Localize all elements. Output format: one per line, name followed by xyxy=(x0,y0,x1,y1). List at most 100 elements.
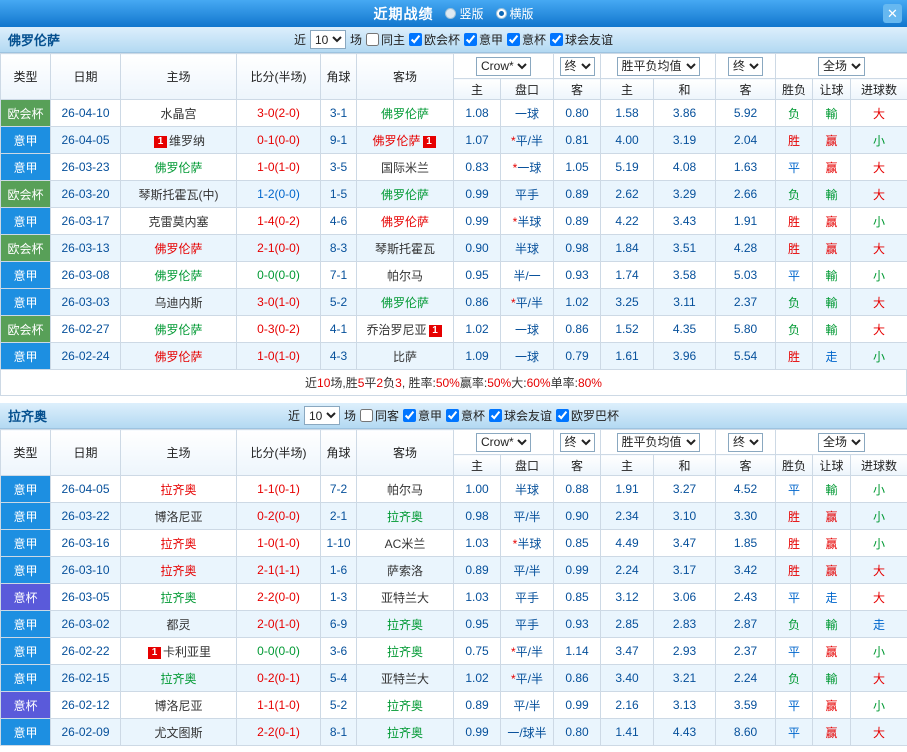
filter-option[interactable]: 球会友谊 xyxy=(550,31,613,48)
col-header: 主场 xyxy=(120,53,237,100)
euro-odds-away: 3.30 xyxy=(715,502,776,530)
subcol-header: 客 xyxy=(715,454,776,476)
home-team-cell: 拉齐奥 xyxy=(120,664,237,692)
summary-part: 3 xyxy=(395,375,402,390)
filter-option[interactable]: 欧罗巴杯 xyxy=(556,407,619,424)
result-outcome: 负 xyxy=(775,664,813,692)
match-score: 1-0(1-0) xyxy=(236,529,321,557)
team-name: 国际米兰 xyxy=(380,160,429,175)
team-name: 博洛尼亚 xyxy=(154,509,203,524)
team-name: 亚特兰大 xyxy=(380,590,429,605)
handicap-odds-home: 1.02 xyxy=(453,315,501,343)
filter-checkbox[interactable] xyxy=(446,409,459,422)
filter-option[interactable]: 意杯 xyxy=(446,407,485,424)
match-type-badge: 意甲 xyxy=(0,529,51,557)
home-team-cell: 尤文图斯 xyxy=(120,718,237,746)
odds-filter-select[interactable]: 终 xyxy=(559,432,595,452)
euro-odds-away: 5.03 xyxy=(715,261,776,289)
team-name: 佛罗伦萨 xyxy=(154,160,203,175)
odds-filter-select[interactable]: 胜平负均值 xyxy=(616,432,700,452)
team-name: 琴斯托霍瓦 xyxy=(374,241,435,256)
col-header: 角球 xyxy=(320,429,357,476)
result-goals: 大 xyxy=(850,99,907,127)
filter-label: 意甲 xyxy=(417,409,442,423)
corner-stat: 9-1 xyxy=(320,126,357,154)
mode-radio-horizontal[interactable]: 横版 xyxy=(495,5,534,22)
match-date: 26-03-05 xyxy=(50,583,121,611)
filter-checkbox[interactable] xyxy=(408,33,422,46)
handicap-odds-away: 0.99 xyxy=(553,556,601,584)
filter-option[interactable]: 同主 xyxy=(365,31,405,48)
corner-stat: 7-2 xyxy=(320,475,357,503)
filter-checkbox[interactable] xyxy=(464,33,477,46)
team-name: 佛罗伦萨 xyxy=(154,349,203,364)
result-goals: 小 xyxy=(850,502,907,530)
radio-horizontal-icon[interactable] xyxy=(495,8,507,19)
match-date: 26-03-10 xyxy=(50,556,121,584)
filter-option[interactable]: 同客 xyxy=(359,407,399,424)
away-team-cell: 帕尔马 xyxy=(356,475,454,503)
games-count-select[interactable]: 10 xyxy=(309,30,346,49)
odds-filter-select[interactable]: 全场 xyxy=(818,56,865,76)
euro-odds-away: 2.66 xyxy=(715,180,776,208)
result-goals: 小 xyxy=(850,637,907,665)
result-outcome: 平 xyxy=(775,637,813,665)
match-score: 1-1(1-0) xyxy=(236,691,321,719)
radio-vertical-icon[interactable] xyxy=(445,8,457,19)
match-date: 26-03-16 xyxy=(50,529,121,557)
home-team-cell: 佛罗伦萨 xyxy=(120,342,237,370)
odds-filter-select[interactable]: 终 xyxy=(559,56,595,76)
filter-checkbox[interactable] xyxy=(489,409,503,422)
odds-filter-select[interactable]: 胜平负均值 xyxy=(616,56,700,76)
filter-checkbox[interactable] xyxy=(359,409,373,422)
team-name: 佛罗伦萨 xyxy=(380,187,429,202)
games-count-select[interactable]: 10 xyxy=(303,406,340,425)
match-type-badge: 欧会杯 xyxy=(0,234,51,262)
team-name: 帕尔马 xyxy=(386,482,423,497)
odds-filter-select[interactable]: 终 xyxy=(728,432,763,452)
close-icon[interactable]: ✕ xyxy=(883,4,902,23)
filter-option[interactable]: 欧会杯 xyxy=(408,31,460,48)
red-card-badge: 1 xyxy=(153,135,167,148)
result-outcome: 平 xyxy=(775,718,813,746)
filter-checkbox[interactable] xyxy=(402,409,416,422)
match-score: 0-0(0-0) xyxy=(236,261,321,289)
corner-stat: 5-4 xyxy=(320,664,357,692)
filter-checkbox[interactable] xyxy=(507,33,521,46)
filter-checkbox[interactable] xyxy=(550,33,564,46)
match-row: 意甲 26-02-09 尤文图斯 2-2(0-1) 8-1 拉齐奥 0.99 一/球半 0.80… xyxy=(0,718,907,746)
match-type-badge: 意杯 xyxy=(0,691,51,719)
handicap-odds-home: 1.08 xyxy=(453,99,501,127)
team-section-bar: 佛罗伦萨 近 10 场 同主 欧会杯 意甲 意杯 球会友谊 xyxy=(0,27,907,53)
subcol-header: 客 xyxy=(553,78,601,100)
filter-option[interactable]: 意甲 xyxy=(402,407,442,424)
handicap-text: 平/半 xyxy=(515,671,543,686)
odds-filter-select[interactable]: Crow* xyxy=(476,56,531,76)
filter-checkbox[interactable] xyxy=(365,33,379,46)
result-outcome: 胜 xyxy=(775,556,813,584)
subcol-header: 进球数 xyxy=(850,454,907,476)
match-type-badge: 意甲 xyxy=(0,342,51,370)
euro-odds-away: 8.60 xyxy=(715,718,776,746)
handicap-odds-away: 0.99 xyxy=(553,691,601,719)
mode-radio-vertical[interactable]: 竖版 xyxy=(445,5,484,22)
filter-option[interactable]: 意甲 xyxy=(464,31,503,48)
team-name: 尤文图斯 xyxy=(154,725,203,740)
corner-stat: 4-3 xyxy=(320,342,357,370)
match-date: 26-03-20 xyxy=(50,180,121,208)
odds-filter-select[interactable]: Crow* xyxy=(476,432,531,452)
result-handicap: 赢 xyxy=(812,718,851,746)
odds-filter-select[interactable]: 全场 xyxy=(818,432,865,452)
col-header: 日期 xyxy=(50,429,121,476)
team-name: 乌迪内斯 xyxy=(154,295,203,310)
team-name: 拉齐奥 xyxy=(160,590,197,605)
match-date: 26-03-02 xyxy=(50,610,121,638)
euro-odds-home: 1.58 xyxy=(600,99,654,127)
col-header: 客场 xyxy=(356,53,454,100)
filter-checkbox[interactable] xyxy=(556,409,570,422)
odds-filter-select[interactable]: 终 xyxy=(728,56,763,76)
subcol-header: 让球 xyxy=(812,454,851,476)
filter-option[interactable]: 意杯 xyxy=(507,31,546,48)
filter-option[interactable]: 球会友谊 xyxy=(489,407,552,424)
team-name: 拉齐奥 xyxy=(160,482,197,497)
